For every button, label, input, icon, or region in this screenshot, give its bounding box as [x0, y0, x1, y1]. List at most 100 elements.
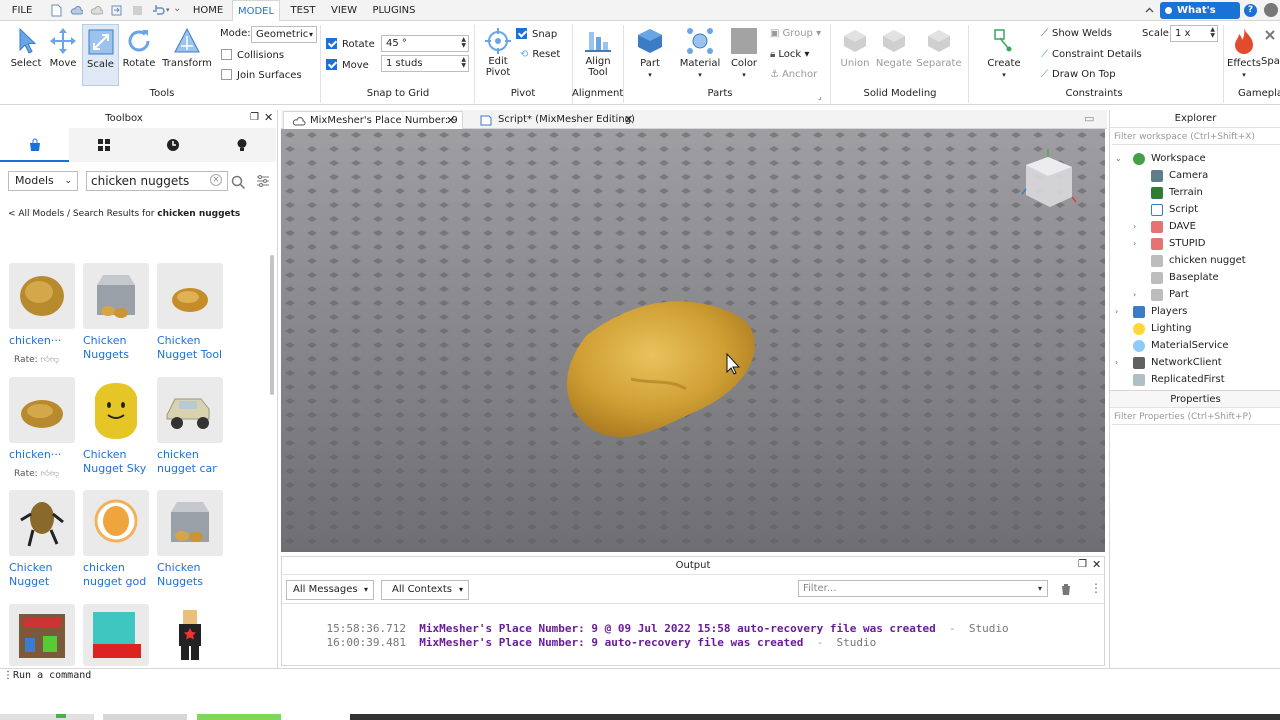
collisions-checkbox[interactable] — [221, 49, 232, 60]
item-name[interactable]: Chicken Nugget — [9, 561, 52, 589]
3d-viewport[interactable] — [281, 129, 1105, 552]
close-icon[interactable]: ✕ — [446, 112, 455, 130]
stepper-icon[interactable]: ▲ ▼ — [1210, 27, 1215, 39]
tab-view[interactable]: VIEW — [326, 0, 362, 21]
select-button[interactable]: Select — [8, 26, 44, 69]
union-button[interactable]: Union — [836, 26, 874, 69]
search-input[interactable]: chicken nuggets ✕ — [86, 171, 228, 191]
item-thumbnail[interactable] — [157, 377, 223, 443]
item-name[interactable]: Chicken Nugget Tool — [157, 334, 222, 362]
tab-creations[interactable] — [207, 128, 276, 162]
effects-button[interactable]: Effects ▾ — [1227, 26, 1261, 80]
customize-icon[interactable]: ⌄ — [173, 3, 181, 14]
move-snap-checkbox[interactable] — [326, 59, 337, 70]
filter-icon[interactable] — [256, 174, 270, 188]
tree-item-replicatedfirst[interactable]: ReplicatedFirst — [1110, 371, 1280, 388]
output-filter-input[interactable]: Filter... ▾ — [798, 580, 1048, 597]
tree-item-chicken-nugget[interactable]: chicken nugget — [1110, 252, 1280, 269]
join-surfaces-checkbox[interactable] — [221, 69, 232, 80]
item-name[interactable]: chicken··· — [9, 334, 61, 348]
taskbar-item[interactable] — [103, 714, 187, 720]
rotate-snap-toggle[interactable]: Rotate — [326, 38, 375, 50]
tree-item-workspace[interactable]: ⌄ Workspace — [1110, 150, 1280, 167]
part-button[interactable]: Part ▾ — [630, 26, 670, 80]
tree-item-terrain[interactable]: Terrain — [1110, 184, 1280, 201]
taskbar-item[interactable] — [197, 714, 281, 720]
constraint-details-button[interactable]: ⟋ Constraint Details — [1041, 49, 1142, 60]
close-icon[interactable]: ✕ — [1092, 558, 1101, 571]
tree-item-stupid[interactable]: › STUPID — [1110, 235, 1280, 252]
draw-on-top-button[interactable]: ⟋ Draw On Top — [1041, 69, 1116, 80]
item-thumbnail[interactable] — [9, 263, 75, 329]
item-thumbnail[interactable] — [83, 263, 149, 329]
create-button[interactable]: Create ▾ — [982, 26, 1026, 80]
stepper-icon[interactable]: ▲ ▼ — [461, 57, 466, 69]
item-thumbnail[interactable] — [157, 604, 223, 666]
scale-button[interactable]: Scale — [82, 24, 119, 86]
breadcrumb-prefix[interactable]: < All Models / Search Results for — [8, 209, 157, 219]
move-button[interactable]: Move — [45, 26, 81, 69]
group-button[interactable]: ▣ Group ▾ — [770, 28, 821, 39]
chevron-right-icon[interactable]: › — [1133, 218, 1136, 235]
tab-inventory[interactable] — [69, 128, 138, 162]
thumbs-icon[interactable]: 👍︎👎︎ — [41, 469, 60, 479]
stepper-icon[interactable]: ▲ ▼ — [461, 37, 466, 49]
tree-item-script[interactable]: Script — [1110, 201, 1280, 218]
join-surfaces-toggle[interactable]: Join Surfaces — [221, 69, 302, 81]
whats-new-button[interactable]: What's New — [1160, 2, 1240, 33]
tree-item-part[interactable]: › Part — [1110, 286, 1280, 303]
close-icon[interactable]: ✕ — [264, 111, 273, 124]
new-file-icon[interactable] — [50, 4, 63, 17]
chevron-right-icon[interactable]: › — [1133, 235, 1136, 252]
tree-item-lighting[interactable]: Lighting — [1110, 320, 1280, 337]
help-icon[interactable]: ? — [1244, 4, 1257, 17]
tab-model[interactable]: MODEL — [232, 0, 280, 21]
tab-test[interactable]: TEST — [284, 0, 322, 21]
negate-button[interactable]: Negate — [875, 26, 913, 69]
scrollbar[interactable] — [270, 255, 274, 395]
maximize-icon[interactable]: ▭ — [1084, 112, 1094, 125]
command-input[interactable]: Run a command — [13, 670, 91, 681]
pivot-snap-toggle[interactable]: Snap — [516, 28, 557, 40]
command-bar[interactable]: ⋮ Run a command — [0, 668, 1280, 684]
item-thumbnail[interactable] — [83, 377, 149, 443]
move-snap-toggle[interactable]: Move — [326, 59, 369, 71]
lock-button[interactable]: 🔒︎ Lock ▾ — [770, 49, 809, 60]
edit-pivot-button[interactable]: Edit Pivot — [480, 28, 516, 78]
item-name[interactable]: chicken nugget god — [83, 561, 146, 589]
undock-icon[interactable]: ❐ — [250, 112, 259, 123]
item-name[interactable]: chicken··· — [9, 448, 61, 462]
reset-pivot-button[interactable]: ⟲ Reset — [520, 49, 560, 60]
thumbs-icon[interactable]: 👍︎👎︎ — [41, 355, 60, 365]
pivot-snap-checkbox[interactable] — [516, 28, 527, 39]
context-filter-select[interactable]: All Contexts ▾ — [381, 580, 469, 600]
clear-search-icon[interactable]: ✕ — [210, 174, 222, 186]
tab-home[interactable]: HOME — [187, 0, 229, 21]
item-thumbnail[interactable] — [83, 490, 149, 556]
move-snap-input[interactable]: 1 studs ▲ ▼ — [381, 55, 469, 72]
item-name[interactable]: Chicken Nugget Sky — [83, 448, 146, 476]
taskbar-item[interactable] — [0, 714, 94, 720]
item-thumbnail[interactable] — [157, 263, 223, 329]
chevron-right-icon[interactable]: › — [1133, 286, 1136, 303]
file-menu[interactable]: FILE — [6, 0, 38, 21]
undo-dropdown-icon[interactable]: ▾ — [166, 6, 170, 14]
anchor-button[interactable]: ⚓︎ Anchor — [770, 69, 817, 80]
trash-icon[interactable] — [1060, 583, 1072, 596]
undo-icon[interactable] — [152, 4, 165, 17]
tree-item-materialservice[interactable]: MaterialService — [1110, 337, 1280, 354]
tree-item-networkclient[interactable]: › NetworkClient — [1110, 354, 1280, 371]
tab-place[interactable]: MixMesher's Place Number: 9 ✕ — [283, 111, 463, 129]
item-name[interactable]: Chicken Nuggets — [157, 561, 203, 589]
tab-script[interactable]: Script* (MixMesher Editing) ✕ — [474, 111, 639, 129]
publish-icon[interactable] — [90, 4, 103, 17]
show-welds-button[interactable]: ⟋ Show Welds — [1041, 28, 1112, 39]
align-tool-button[interactable]: Align Tool — [578, 28, 618, 78]
separate-button[interactable]: Separate — [914, 26, 964, 69]
chevron-right-icon[interactable]: › — [1115, 303, 1118, 320]
transform-button[interactable]: Transform — [160, 26, 214, 69]
tree-item-camera[interactable]: Camera — [1110, 167, 1280, 184]
collisions-toggle[interactable]: Collisions — [221, 49, 284, 61]
more-options-icon[interactable]: ⋮ — [1090, 581, 1102, 595]
rotate-snap-input[interactable]: 45 ° ▲ ▼ — [381, 35, 469, 52]
